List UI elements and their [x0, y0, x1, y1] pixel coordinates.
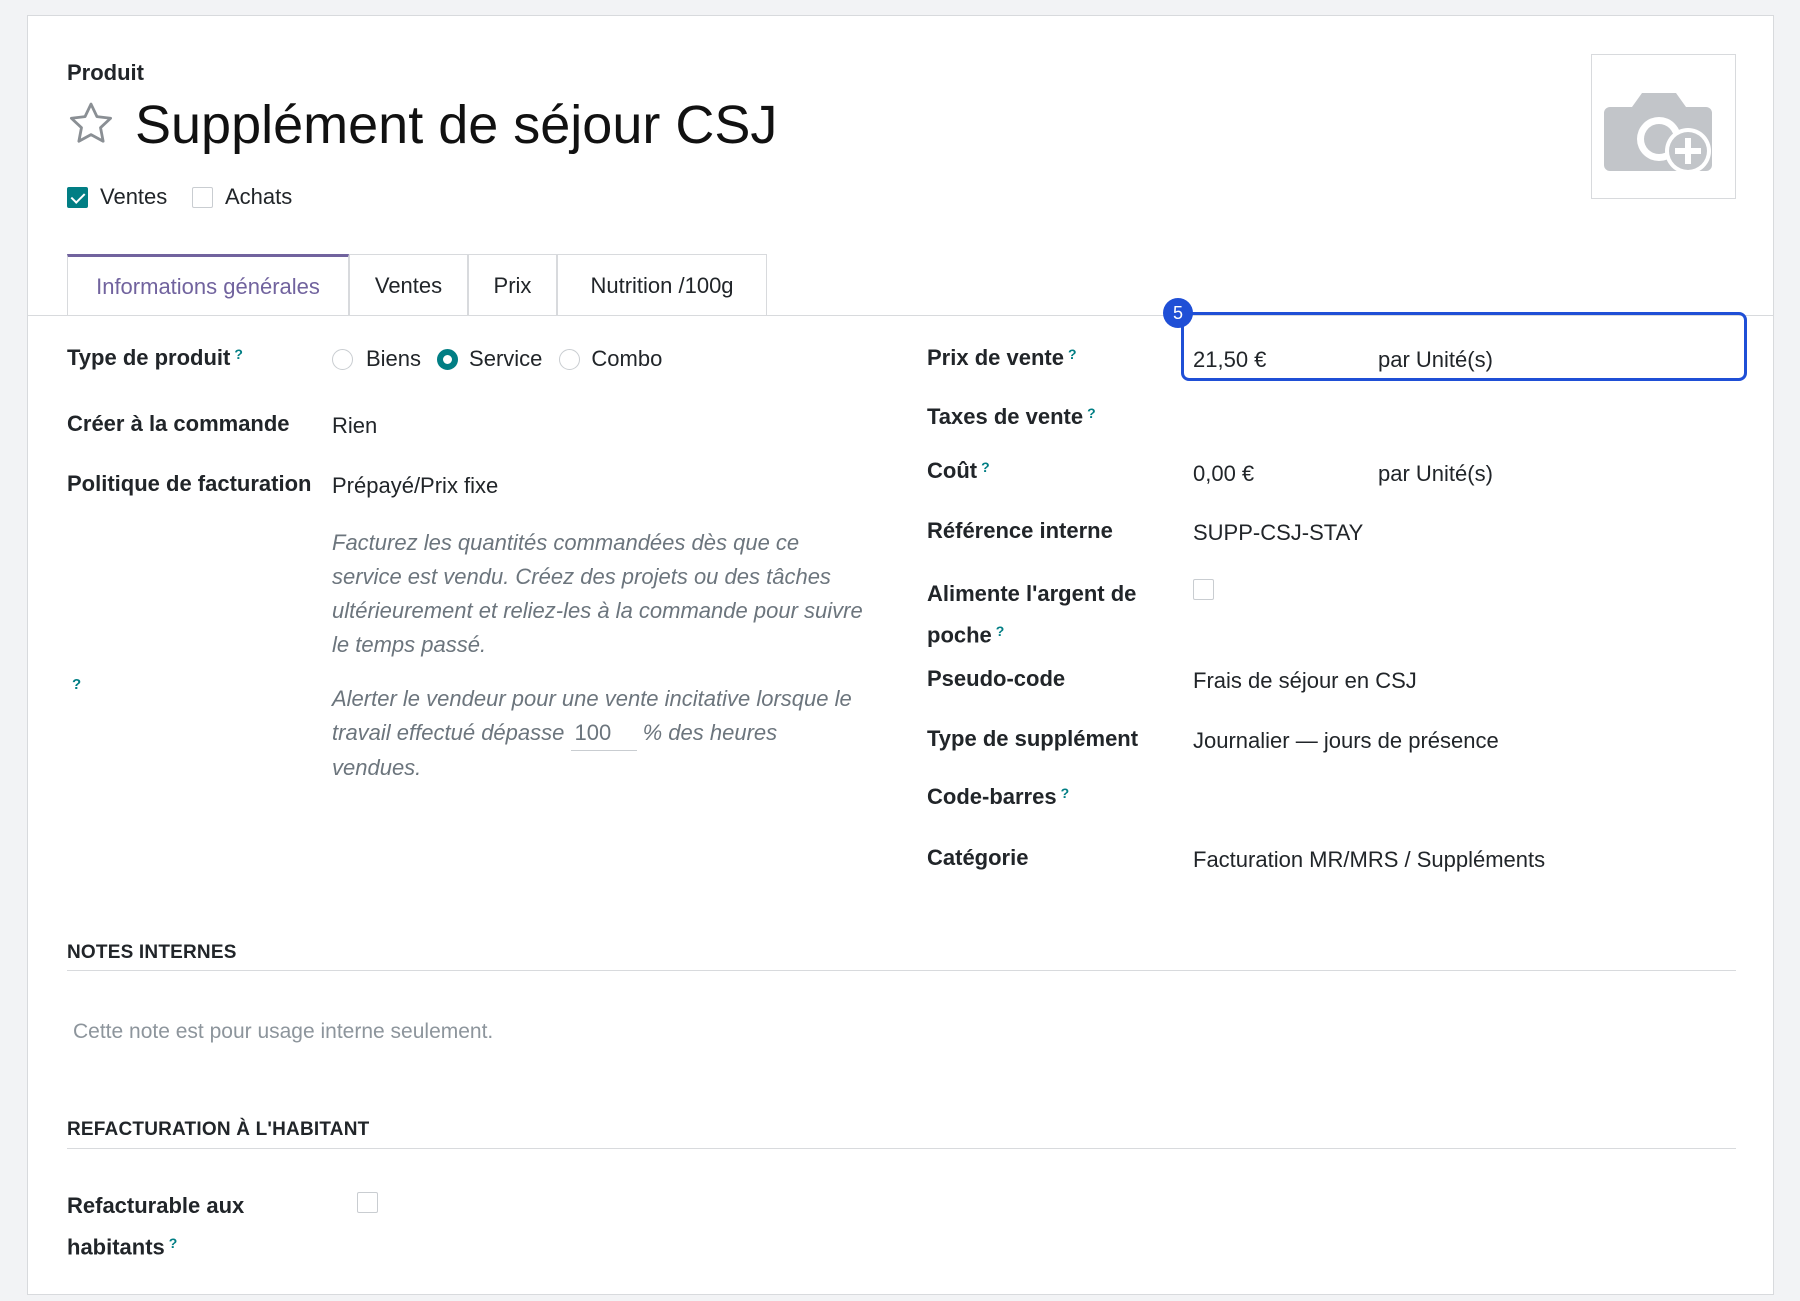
- product-type-label: Type de produit?: [67, 345, 243, 370]
- help-icon[interactable]: ?: [996, 623, 1005, 639]
- help-icon[interactable]: ?: [234, 346, 243, 362]
- sales-flag[interactable]: Ventes: [67, 184, 167, 210]
- pseudo-code-input[interactable]: Frais de séjour en CSJ: [1193, 668, 1417, 694]
- help-icon[interactable]: ?: [72, 676, 81, 693]
- radio-goods-label[interactable]: Biens: [366, 346, 421, 372]
- rebilling-title: REFACTURATION À L'HABITANT: [67, 1119, 370, 1140]
- product-type-radio-group: Biens Service Combo: [332, 346, 662, 372]
- internal-notes-divider: [67, 970, 1736, 971]
- help-icon[interactable]: ?: [1087, 405, 1096, 421]
- radio-goods[interactable]: [332, 348, 353, 370]
- internal-notes-title: NOTES INTERNES: [67, 942, 237, 963]
- tab-sales[interactable]: Ventes: [349, 254, 468, 316]
- upsell-help: Alerter le vendeur pour une vente incita…: [332, 682, 872, 785]
- purchase-checkbox[interactable]: [192, 186, 213, 208]
- help-icon[interactable]: ?: [981, 459, 990, 475]
- sales-checkbox[interactable]: [67, 186, 88, 208]
- radio-service-label[interactable]: Service: [469, 346, 542, 372]
- tab-general-info[interactable]: Informations générales: [67, 254, 349, 316]
- cost-label: Coût?: [927, 458, 990, 483]
- camera-plus-icon: [1604, 93, 1712, 174]
- create-on-order-value[interactable]: Rien: [332, 413, 377, 439]
- category-label: Catégorie: [927, 845, 1029, 870]
- invoice-policy-label: Politique de facturation: [67, 471, 312, 496]
- help-icon[interactable]: ?: [169, 1235, 178, 1251]
- tab-price[interactable]: Prix: [468, 254, 557, 316]
- product-form-sheet: Produit Supplément de séjour CSJ Ventes …: [27, 15, 1774, 1295]
- star-outline-icon[interactable]: [65, 98, 117, 150]
- supplement-type-value[interactable]: Journalier — jours de présence: [1193, 728, 1499, 754]
- barcode-label: Code-barres?: [927, 784, 1070, 809]
- upsell-threshold-input[interactable]: 100: [570, 716, 637, 751]
- internal-notes-input[interactable]: Cette note est pour usage interne seulem…: [73, 1020, 493, 1044]
- purchase-flag[interactable]: Achats: [192, 184, 292, 210]
- internal-ref-input[interactable]: SUPP-CSJ-STAY: [1193, 520, 1363, 546]
- rebilling-divider: [67, 1148, 1736, 1149]
- create-on-order-label: Créer à la commande: [67, 411, 290, 436]
- radio-service[interactable]: [437, 348, 459, 370]
- supplement-type-label: Type de supplément: [927, 726, 1139, 751]
- help-icon[interactable]: ?: [1061, 785, 1070, 801]
- help-icon[interactable]: ?: [1068, 346, 1077, 362]
- category-value[interactable]: Facturation MR/MRS / Suppléments: [1193, 847, 1545, 873]
- product-title[interactable]: Supplément de séjour CSJ: [135, 94, 777, 156]
- rebillable-label: Refacturable aux habitants?: [67, 1193, 245, 1260]
- sale-taxes-label: Taxes de vente?: [927, 404, 1096, 429]
- product-label: Produit: [67, 60, 144, 85]
- sale-price-unit: par Unité(s): [1378, 347, 1493, 372]
- pocket-money-label: Alimente l'argent de poche?: [927, 581, 1137, 648]
- highlight-badge: 5: [1163, 298, 1193, 328]
- sales-flag-label: Ventes: [100, 184, 168, 209]
- purchase-flag-label: Achats: [225, 184, 293, 209]
- radio-combo-label[interactable]: Combo: [591, 346, 662, 372]
- rebillable-checkbox[interactable]: [357, 1192, 379, 1213]
- cost-unit: par Unité(s): [1378, 461, 1493, 486]
- tab-nutrition[interactable]: Nutrition /100g: [557, 254, 767, 316]
- internal-ref-label: Référence interne: [927, 518, 1113, 543]
- cost-input[interactable]: 0,00 €: [1193, 461, 1254, 487]
- invoice-policy-value[interactable]: Prépayé/Prix fixe: [332, 473, 498, 499]
- radio-combo[interactable]: [559, 348, 581, 370]
- pseudo-code-label: Pseudo-code: [927, 666, 1066, 691]
- sale-price-label: Prix de vente?: [927, 345, 1077, 370]
- invoice-policy-help: Facturez les quantités commandées dès qu…: [332, 530, 863, 657]
- sale-price-input[interactable]: 21,50 €: [1193, 347, 1266, 373]
- product-image-field[interactable]: [1591, 54, 1736, 199]
- pocket-money-checkbox[interactable]: [1193, 579, 1214, 600]
